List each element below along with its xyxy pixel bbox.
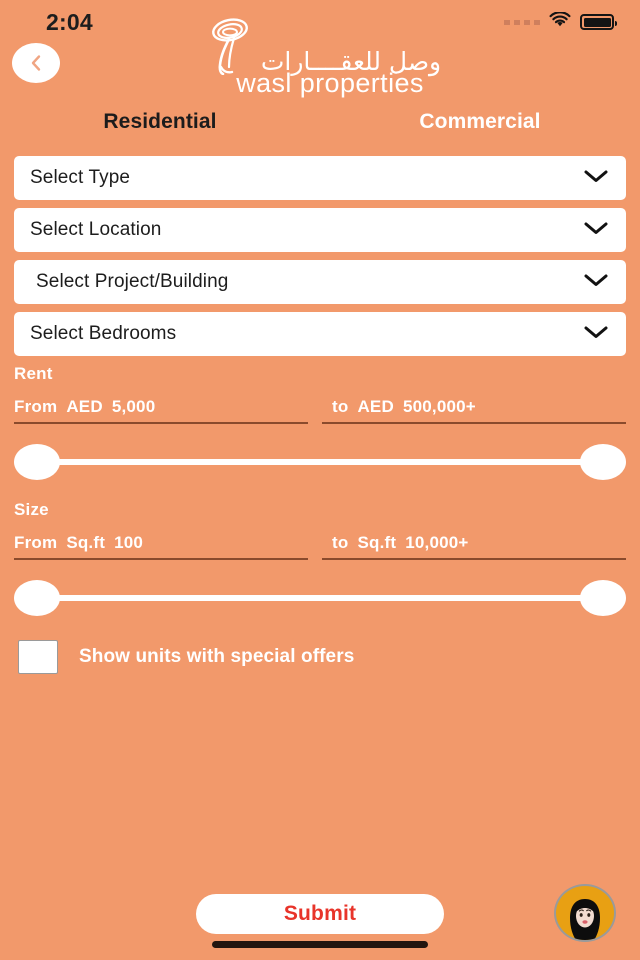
- submit-button[interactable]: Submit: [196, 894, 444, 934]
- filter-dropdowns: Select Type Select Location Select Proje…: [14, 156, 626, 364]
- select-project-building-label: Select Project/Building: [36, 271, 229, 292]
- rent-from-label: From: [14, 397, 58, 416]
- support-agent-avatar-icon: [561, 894, 609, 940]
- size-slider-track: [28, 595, 612, 601]
- size-to-label: to: [332, 533, 349, 552]
- tab-commercial[interactable]: Commercial: [320, 110, 640, 134]
- rent-to-field[interactable]: to AED 500,000+: [322, 397, 626, 424]
- select-location-dropdown[interactable]: Select Location: [14, 208, 626, 252]
- size-from-unit: Sq.ft: [66, 533, 106, 552]
- rent-to-value: 500,000+: [402, 397, 476, 416]
- category-tabs: Residential Commercial: [0, 110, 640, 134]
- app-logo: وصل للعقــــارات wasl properties: [0, 18, 640, 107]
- rent-range-slider[interactable]: [14, 440, 626, 484]
- size-range-slider[interactable]: [14, 576, 626, 620]
- chevron-down-icon: [582, 168, 610, 189]
- size-to-unit: Sq.ft: [357, 533, 397, 552]
- rent-to-label: to: [332, 397, 349, 416]
- rent-slider-track: [28, 459, 612, 465]
- status-indicators: [504, 10, 617, 33]
- special-offers-checkbox[interactable]: [18, 640, 58, 674]
- status-time: 2:04: [46, 8, 93, 35]
- chevron-down-icon: [582, 272, 610, 293]
- special-offers-label: Show units with special offers: [79, 646, 355, 667]
- logo-wordmark: wasl properties: [236, 68, 424, 98]
- battery-full-icon: [580, 14, 617, 30]
- select-bedrooms-dropdown[interactable]: Select Bedrooms: [14, 312, 626, 356]
- chat-support-avatar[interactable]: [554, 884, 616, 942]
- select-bedrooms-label: Select Bedrooms: [30, 323, 177, 344]
- size-section-title: Size: [14, 500, 49, 519]
- signal-dots-icon: [504, 19, 540, 25]
- tab-residential[interactable]: Residential: [0, 110, 320, 134]
- special-offers-row[interactable]: Show units with special offers: [18, 640, 354, 674]
- wifi-icon: [549, 10, 571, 33]
- size-from-value: 100: [114, 533, 144, 552]
- rent-from-field[interactable]: From AED 5,000: [14, 397, 308, 424]
- rent-filter-section: Rent From AED 5,000 to AED 500,000+: [14, 364, 626, 484]
- rent-range-inputs: From AED 5,000 to AED 500,000+: [14, 397, 626, 424]
- rent-slider-thumb-min[interactable]: [14, 444, 60, 480]
- home-indicator: [212, 941, 428, 948]
- rent-slider-thumb-max[interactable]: [580, 444, 626, 480]
- size-from-field[interactable]: From Sq.ft 100: [14, 533, 308, 560]
- size-to-value: 10,000+: [405, 533, 469, 552]
- select-location-label: Select Location: [30, 219, 162, 240]
- size-range-inputs: From Sq.ft 100 to Sq.ft 10,000+: [14, 533, 626, 560]
- select-type-label: Select Type: [30, 167, 131, 188]
- rent-to-unit: AED: [357, 397, 394, 416]
- size-from-label: From: [14, 533, 58, 552]
- size-slider-thumb-max[interactable]: [580, 580, 626, 616]
- rent-from-unit: AED: [66, 397, 103, 416]
- select-project-building-dropdown[interactable]: Select Project/Building: [14, 260, 626, 304]
- size-slider-thumb-min[interactable]: [14, 580, 60, 616]
- chevron-down-icon: [582, 324, 610, 345]
- chevron-down-icon: [582, 220, 610, 241]
- rent-from-value: 5,000: [111, 397, 156, 416]
- size-filter-section: Size From Sq.ft 100 to Sq.ft 10,000+: [14, 500, 626, 620]
- rent-section-title: Rent: [14, 364, 53, 383]
- select-type-dropdown[interactable]: Select Type: [14, 156, 626, 200]
- size-to-field[interactable]: to Sq.ft 10,000+: [322, 533, 626, 560]
